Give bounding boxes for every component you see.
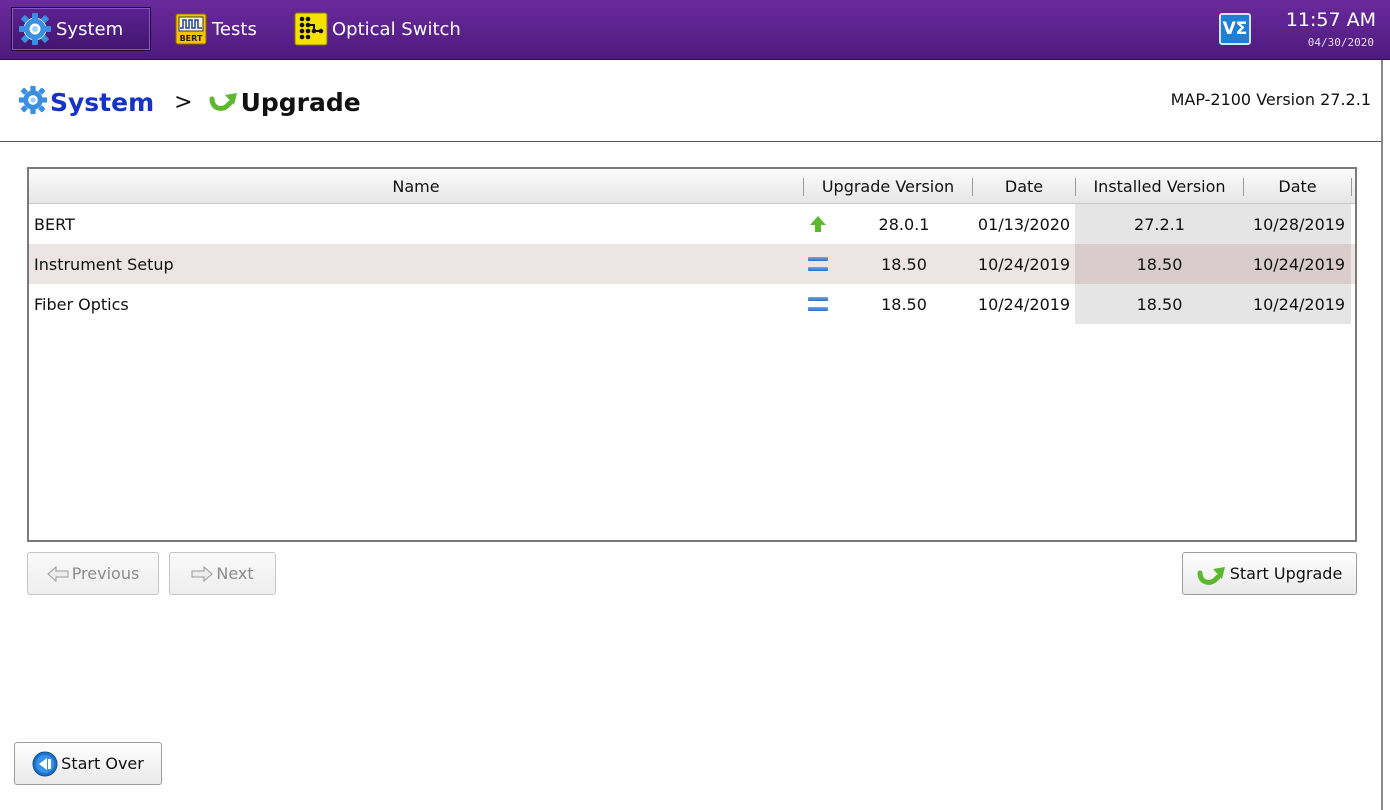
row-name: BERT — [34, 214, 75, 234]
table-row[interactable]: Instrument Setup 18.50 10/24/2019 18.50 … — [29, 244, 1355, 284]
previous-label: Previous — [71, 564, 140, 583]
row-installed-date: 10/28/2019 — [1252, 214, 1346, 234]
previous-button[interactable]: Previous — [27, 552, 159, 595]
tab-tests[interactable]: BERT Tests — [168, 7, 265, 51]
row-name: Instrument Setup — [34, 254, 174, 274]
back-circle-icon — [32, 751, 58, 776]
row-name: Fiber Optics — [34, 294, 129, 314]
svg-text:BERT: BERT — [180, 34, 203, 43]
row-installed-version: 18.50 — [1136, 254, 1183, 274]
gear-icon — [18, 85, 48, 119]
next-label: Next — [216, 564, 254, 583]
breadcrumb-separator: > — [174, 89, 193, 115]
optical-switch-icon — [294, 12, 328, 46]
top-bar: System BERT Tests Optical Switch VΣ 11:5… — [0, 0, 1390, 60]
equal-icon — [806, 244, 830, 284]
tab-system[interactable]: System — [11, 7, 151, 51]
start-upgrade-button[interactable]: Start Upgrade — [1182, 552, 1357, 595]
up-arrow-icon — [804, 204, 832, 244]
gear-icon — [18, 12, 52, 46]
tab-system-label: System — [56, 18, 124, 40]
column-header-upgrade-version[interactable]: Upgrade Version — [804, 169, 972, 204]
clock-time: 11:57 AM — [1285, 9, 1376, 31]
row-upgrade-version: 28.0.1 — [878, 214, 930, 234]
tab-optical-switch-label: Optical Switch — [332, 18, 461, 40]
bert-icon: BERT — [174, 12, 208, 46]
table-row[interactable]: BERT 28.0.1 01/13/2020 27.2.1 10/28/2019 — [29, 204, 1355, 244]
table-row[interactable]: Fiber Optics 18.50 10/24/2019 18.50 10/2… — [29, 284, 1355, 324]
row-installed-date: 10/24/2019 — [1252, 254, 1346, 274]
scrollbar-edge — [1381, 60, 1383, 810]
upgrade-icon — [1197, 566, 1225, 585]
arrow-right-icon — [191, 565, 214, 582]
tab-optical-switch[interactable]: Optical Switch — [288, 7, 469, 51]
column-divider — [1351, 178, 1352, 196]
row-installed-version: 18.50 — [1136, 294, 1183, 314]
start-upgrade-label: Start Upgrade — [1229, 564, 1343, 583]
next-button[interactable]: Next — [169, 552, 276, 595]
upgrade-icon — [209, 87, 239, 117]
clock-date: 04/30/2020 — [1307, 36, 1374, 49]
row-installed-version: 27.2.1 — [1134, 214, 1185, 234]
row-installed-date: 10/24/2019 — [1252, 294, 1346, 314]
row-upgrade-date: 10/24/2019 — [977, 254, 1071, 274]
upgrade-table: Name Upgrade Version Date Installed Vers… — [27, 167, 1357, 542]
equal-icon — [806, 284, 830, 324]
start-over-label: Start Over — [61, 754, 144, 773]
row-upgrade-date: 01/13/2020 — [977, 214, 1071, 234]
tab-tests-label: Tests — [212, 18, 257, 40]
row-upgrade-version: 18.50 — [881, 254, 927, 274]
breadcrumb-system[interactable]: System — [50, 88, 154, 117]
column-header-installed-version[interactable]: Installed Version — [1076, 169, 1243, 204]
column-header-name[interactable]: Name — [29, 169, 803, 204]
table-header: Name Upgrade Version Date Installed Vers… — [29, 169, 1355, 204]
column-header-upgrade-date[interactable]: Date — [973, 169, 1075, 204]
row-upgrade-date: 10/24/2019 — [977, 294, 1071, 314]
arrow-left-icon — [46, 565, 69, 582]
version-label: MAP-2100 Version 27.2.1 — [1170, 90, 1371, 109]
header-divider — [0, 141, 1382, 142]
row-upgrade-version: 18.50 — [881, 294, 927, 314]
page-title: Upgrade — [240, 87, 361, 117]
column-header-installed-date[interactable]: Date — [1244, 169, 1351, 204]
start-over-button[interactable]: Start Over — [14, 742, 162, 785]
veex-logo[interactable]: VΣ — [1219, 13, 1251, 45]
breadcrumb: System > Upgrade — [18, 84, 361, 120]
